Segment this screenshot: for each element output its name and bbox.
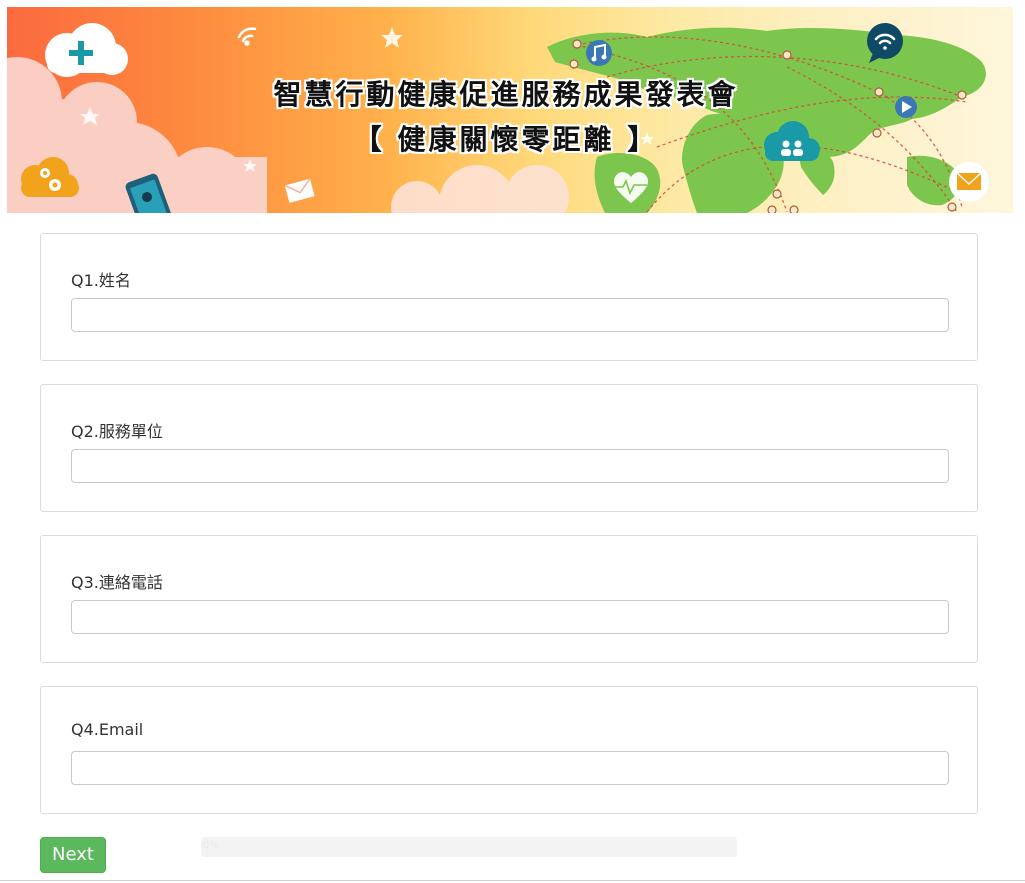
plus-cloud-icon: [45, 23, 128, 77]
question-label-name: Q1.姓名: [71, 271, 131, 290]
progress-bar: 0%: [201, 837, 737, 857]
email-input[interactable]: [71, 751, 949, 785]
play-icon: [895, 96, 917, 118]
mail-icon: [949, 162, 989, 202]
progress-text: 0%: [203, 840, 219, 851]
name-input[interactable]: [71, 298, 949, 332]
question-card-email: Q4.Email: [40, 686, 978, 814]
banner-title: 智慧行動健康促進服務成果發表會: [273, 78, 739, 111]
music-note-icon: [586, 40, 612, 66]
question-label-phone: Q3.連絡電話: [71, 573, 163, 592]
envelope-icon: [284, 178, 315, 203]
header-banner: 智慧行動健康促進服務成果發表會 【 健康關懷零距離 】: [7, 7, 1013, 213]
survey-page: 智慧行動健康促進服務成果發表會 【 健康關懷零距離 】 Q1.姓名 Q2.服務單…: [0, 0, 1025, 883]
question-label-organization: Q2.服務單位: [71, 422, 163, 441]
banner-subtitle: 【 健康關懷零距離 】: [353, 123, 659, 156]
question-card-organization: Q2.服務單位: [40, 384, 978, 512]
bottom-divider: [0, 880, 1025, 881]
phone-input[interactable]: [71, 600, 949, 634]
wifi-icon: [237, 27, 257, 46]
next-button[interactable]: Next: [40, 837, 106, 873]
question-card-phone: Q3.連絡電話: [40, 535, 978, 663]
question-card-name: Q1.姓名: [40, 233, 978, 361]
question-label-email: Q4.Email: [71, 720, 144, 739]
organization-input[interactable]: [71, 449, 949, 483]
